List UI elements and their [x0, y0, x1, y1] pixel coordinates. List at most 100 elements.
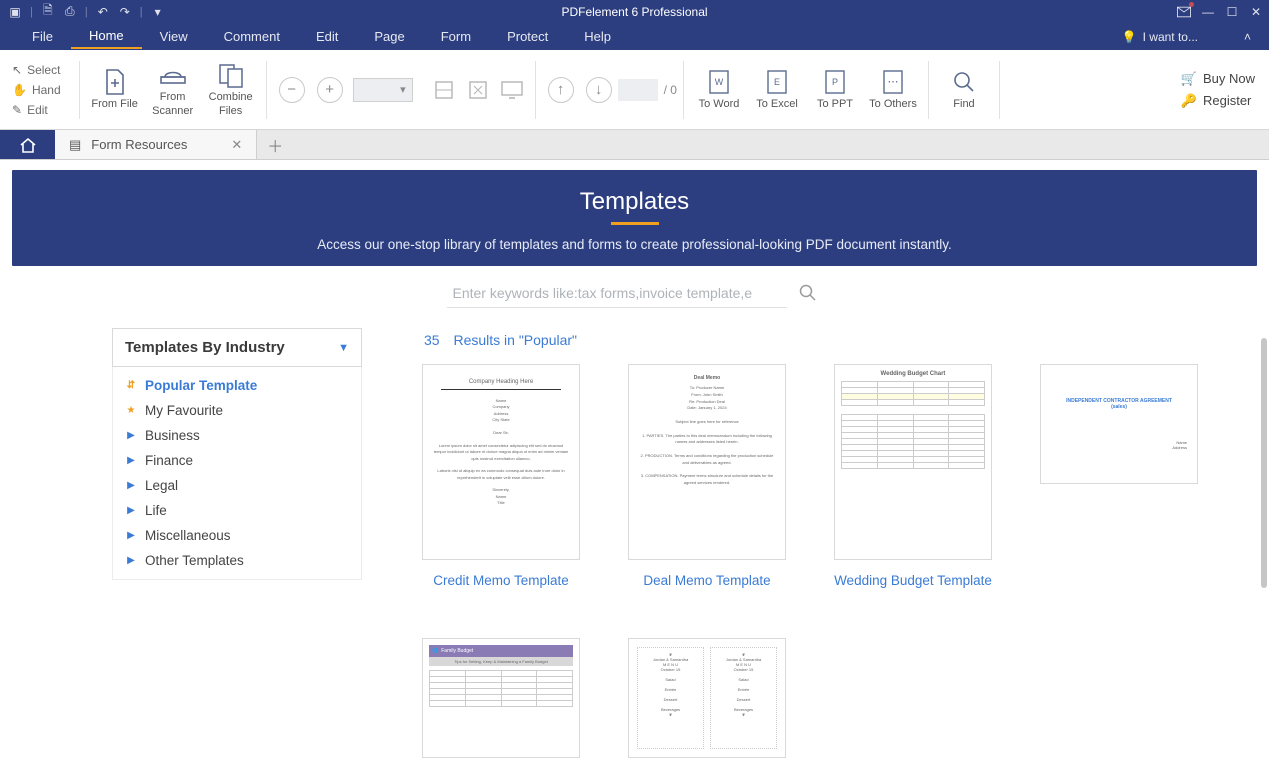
tool-select[interactable]: ↖Select [10, 61, 63, 79]
sidebar-item-favourite[interactable]: ★My Favourite [113, 398, 361, 423]
menu-protect[interactable]: Protect [489, 25, 566, 48]
next-page-button[interactable]: ↓ [586, 77, 612, 103]
tool-hand[interactable]: ✋Hand [10, 81, 63, 99]
scrollbar[interactable] [1261, 338, 1267, 588]
template-card[interactable]: ❦Jordan & SamanthaM E N UOctober 15Salad… [628, 638, 786, 758]
template-card[interactable]: Deal Memo To: Producer NameFrom: John Sm… [628, 364, 786, 590]
combine-icon [217, 61, 245, 89]
tabstrip: ▤ Form Resources ✕ ＋ [0, 130, 1269, 160]
sidebar-item-other[interactable]: ▶Other Templates [113, 548, 361, 573]
triangle-icon: ▶ [125, 530, 137, 541]
prev-page-button[interactable]: ↑ [548, 77, 574, 103]
menu-help[interactable]: Help [566, 25, 629, 48]
template-card[interactable]: 🌐 Family Budget Tips for Setting, Keep &… [422, 638, 580, 758]
menu-file[interactable]: File [14, 25, 71, 48]
sidebar-item-misc[interactable]: ▶Miscellaneous [113, 523, 361, 548]
search-button[interactable] [793, 278, 823, 308]
tool-edit[interactable]: ✎Edit [10, 101, 63, 119]
from-scanner-button[interactable]: From Scanner [144, 57, 202, 121]
undo-icon[interactable]: ↶ [96, 5, 110, 19]
sidebar-item-popular[interactable]: ⇵Popular Template [113, 373, 361, 398]
template-card[interactable]: INDEPENDENT CONTRACTOR AGREEMENT(sales) … [1040, 364, 1198, 590]
zoom-select[interactable]: ▾ [353, 78, 413, 102]
lightbulb-icon: 💡 [1122, 30, 1137, 44]
hand-icon: ✋ [12, 83, 27, 97]
mail-icon[interactable] [1177, 5, 1191, 19]
ppt-icon: P [821, 68, 849, 96]
cart-icon: 🛒 [1181, 71, 1197, 87]
tab-home-icon[interactable] [0, 130, 55, 159]
redo-icon[interactable]: ↷ [118, 5, 132, 19]
window-title: PDFelement 6 Professional [561, 5, 707, 19]
template-thumbnail: Company Heading Here NameCompanyAddressC… [422, 364, 580, 560]
search-icon [950, 68, 978, 96]
tab-form-resources[interactable]: ▤ Form Resources ✕ [55, 130, 257, 159]
sidebar-item-life[interactable]: ▶Life [113, 498, 361, 523]
results-count: 35 [424, 332, 440, 348]
quick-print-icon[interactable]: ⎙ [63, 5, 77, 19]
minimize-icon[interactable]: — [1201, 5, 1215, 19]
search-input[interactable] [447, 278, 787, 308]
sidebar-item-finance[interactable]: ▶Finance [113, 448, 361, 473]
collapse-ribbon-icon[interactable]: ˄ [1244, 30, 1251, 44]
combine-files-button[interactable]: Combine Files [202, 57, 260, 121]
fit-width-icon[interactable] [427, 75, 461, 105]
menu-form[interactable]: Form [423, 25, 489, 48]
zoom-in-button[interactable]: + [317, 77, 343, 103]
fit-page-icon[interactable] [461, 75, 495, 105]
triangle-icon: ▶ [125, 430, 137, 441]
template-card[interactable]: Company Heading Here NameCompanyAddressC… [422, 364, 580, 590]
to-word-button[interactable]: WTo Word [690, 64, 748, 115]
tab-add-button[interactable]: ＋ [257, 130, 293, 159]
menu-view[interactable]: View [142, 25, 206, 48]
sidebar-item-legal[interactable]: ▶Legal [113, 473, 361, 498]
file-plus-icon [101, 68, 129, 96]
tab-close-icon[interactable]: ✕ [231, 137, 242, 153]
to-ppt-button[interactable]: PTo PPT [806, 64, 864, 115]
to-others-button[interactable]: ⋯To Others [864, 64, 922, 115]
templates-header: Templates Access our one-stop library of… [12, 170, 1257, 266]
menu-comment[interactable]: Comment [206, 25, 298, 48]
menu-page[interactable]: Page [356, 25, 422, 48]
triangle-icon: ▶ [125, 555, 137, 566]
find-button[interactable]: Find [935, 64, 993, 115]
template-thumbnail: INDEPENDENT CONTRACTOR AGREEMENT(sales) … [1040, 364, 1198, 484]
scanner-icon [159, 61, 187, 89]
category-sidebar: Templates By Industry ▼ ⇵Popular Templat… [112, 328, 362, 758]
template-card[interactable]: Wedding Budget Chart Wedding Budget Temp… [834, 364, 992, 590]
triangle-icon: ▶ [125, 455, 137, 466]
register-link[interactable]: 🔑Register [1181, 93, 1255, 109]
dropdown-icon[interactable]: ▾ [151, 5, 165, 19]
quick-new-icon[interactable]: 🗎 [41, 5, 55, 19]
i-want-to[interactable]: I want to... [1143, 30, 1198, 44]
sidebar-header-label: Templates By Industry [125, 339, 285, 356]
popular-icon: ⇵ [125, 380, 137, 391]
sidebar-header[interactable]: Templates By Industry ▼ [112, 328, 362, 367]
to-excel-button[interactable]: ETo Excel [748, 64, 806, 115]
key-icon: 🔑 [1181, 93, 1197, 109]
fit-screen-icon[interactable] [495, 76, 529, 104]
results-label: Results in "Popular" [453, 332, 577, 348]
from-file-button[interactable]: From File [86, 64, 144, 115]
close-icon[interactable]: ✕ [1249, 5, 1263, 19]
tab-doc-icon: ▤ [69, 137, 81, 153]
template-thumbnail: ❦Jordan & SamanthaM E N UOctober 15Salad… [628, 638, 786, 758]
pencil-icon: ✎ [12, 103, 22, 117]
content-area: Templates Access our one-stop library of… [0, 160, 1269, 759]
template-title: Credit Memo Template [422, 572, 580, 590]
page-number-input[interactable] [618, 79, 658, 101]
zoom-out-button[interactable]: − [279, 77, 305, 103]
page-total: / 0 [664, 83, 677, 97]
chevron-down-icon: ▼ [338, 342, 349, 354]
maximize-icon[interactable]: ☐ [1225, 5, 1239, 19]
sidebar-item-business[interactable]: ▶Business [113, 423, 361, 448]
buy-now-link[interactable]: 🛒Buy Now [1181, 71, 1255, 87]
templates-heading: Templates [12, 188, 1257, 216]
menubar: File Home View Comment Edit Page Form Pr… [0, 23, 1269, 50]
menu-edit[interactable]: Edit [298, 25, 356, 48]
menu-home[interactable]: Home [71, 24, 142, 49]
svg-text:P: P [832, 77, 838, 87]
template-thumbnail: 🌐 Family Budget Tips for Setting, Keep &… [422, 638, 580, 758]
svg-text:⋯: ⋯ [887, 76, 898, 88]
svg-text:W: W [715, 77, 724, 87]
